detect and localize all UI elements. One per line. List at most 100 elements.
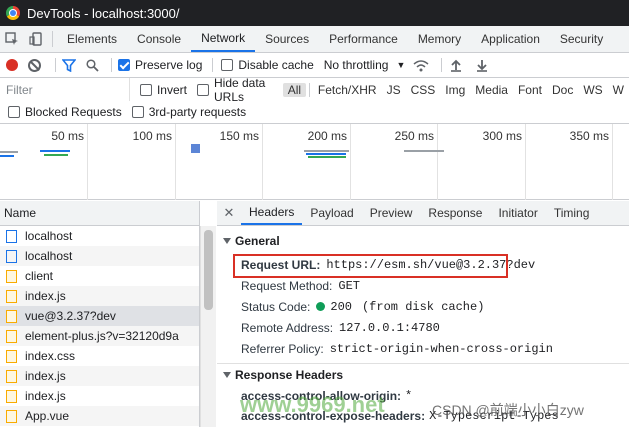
checkbox-icon[interactable] <box>139 83 152 96</box>
document-file-icon <box>6 249 17 263</box>
checkbox-checked-icon[interactable] <box>118 59 130 71</box>
grid-line <box>262 124 263 200</box>
filter-type-css[interactable]: CSS <box>406 83 441 97</box>
throttling-select[interactable]: No throttling ▼ <box>324 58 406 72</box>
clear-icon[interactable] <box>28 58 41 72</box>
request-list: Name localhost localhost client index.js vue… <box>0 201 200 427</box>
timeline-bar <box>404 150 444 152</box>
scrollbar-thumb[interactable] <box>204 230 213 310</box>
filter-type-js[interactable]: JS <box>382 83 406 97</box>
checkbox-icon[interactable] <box>131 106 144 118</box>
request-row[interactable]: index.js <box>0 366 199 386</box>
request-row[interactable]: localhost <box>0 246 199 266</box>
filter-type-doc[interactable]: Doc <box>547 83 578 97</box>
tab-application[interactable]: Application <box>471 26 550 52</box>
script-file-icon <box>6 329 17 343</box>
tab-performance[interactable]: Performance <box>319 26 408 52</box>
preserve-log-checkbox[interactable]: Preserve log <box>118 58 202 72</box>
script-file-icon <box>6 289 17 303</box>
request-method-key: Request Method: <box>241 278 333 293</box>
tab-network[interactable]: Network <box>191 26 256 52</box>
divider <box>441 58 443 72</box>
request-name: localhost <box>25 229 73 243</box>
record-icon[interactable] <box>6 59 18 71</box>
third-party-checkbox[interactable]: 3rd-party requests <box>131 105 246 119</box>
script-file-icon <box>6 369 17 383</box>
script-file-icon <box>6 269 17 283</box>
tab-timing[interactable]: Timing <box>546 201 598 225</box>
checkbox-icon[interactable] <box>221 59 234 71</box>
request-name: App.vue <box>25 409 70 423</box>
request-name: client <box>25 269 54 283</box>
invert-checkbox[interactable]: Invert <box>139 83 187 97</box>
network-conditions-icon[interactable] <box>413 59 429 72</box>
status-code-key: Status Code: <box>241 299 311 314</box>
request-row[interactable]: index.js <box>0 386 199 406</box>
disable-cache-label: Disable cache <box>238 58 314 72</box>
throttling-value: No throttling <box>323 58 389 72</box>
request-name: element-plus.js?v=32120d9a <box>25 329 179 343</box>
filter-funnel-icon[interactable] <box>62 58 76 72</box>
inspect-element-icon[interactable] <box>0 26 24 52</box>
timeline-bar <box>40 150 70 152</box>
request-list-scrollbar[interactable] <box>200 226 216 427</box>
tab-console[interactable]: Console <box>127 26 191 52</box>
request-name: index.js <box>25 289 66 303</box>
tab-headers[interactable]: Headers <box>241 201 303 225</box>
request-row[interactable]: client <box>0 266 199 286</box>
tab-sources[interactable]: Sources <box>255 26 319 52</box>
tab-preview[interactable]: Preview <box>362 201 421 225</box>
tab-initiator[interactable]: Initiator <box>490 201 545 225</box>
filter-input[interactable]: Filter <box>0 78 130 101</box>
import-har-icon[interactable] <box>450 59 462 72</box>
timeline-bar <box>191 144 200 153</box>
filter-type-media[interactable]: Media <box>470 83 513 97</box>
filter-type-ws[interactable]: WS <box>578 83 607 97</box>
checkbox-icon[interactable] <box>8 106 20 118</box>
hide-data-urls-checkbox[interactable]: Hide data URLs <box>196 76 279 104</box>
response-headers-section-header[interactable]: Response Headers <box>217 364 629 386</box>
request-name: localhost <box>25 249 73 263</box>
request-row[interactable]: element-plus.js?v=32120d9a <box>0 326 199 346</box>
filter-type-fetch-xhr[interactable]: Fetch/XHR <box>313 83 382 97</box>
checkbox-icon[interactable] <box>196 83 209 96</box>
export-har-icon[interactable] <box>476 59 488 72</box>
timeline-tick: 200 ms <box>307 129 347 143</box>
filter-type-all[interactable]: All <box>282 82 307 97</box>
filter-type-font[interactable]: Font <box>513 83 547 97</box>
general-section-header[interactable]: General <box>217 230 629 252</box>
filter-type-img[interactable]: Img <box>440 83 470 97</box>
tab-elements[interactable]: Elements <box>57 26 127 52</box>
timeline-tick: 150 ms <box>219 129 259 143</box>
request-row[interactable]: index.js <box>0 286 199 306</box>
close-icon[interactable]: ✕ <box>217 201 241 225</box>
grid-line <box>87 124 88 200</box>
tab-memory[interactable]: Memory <box>408 26 471 52</box>
window-title-bar: DevTools - localhost:3000/ <box>0 0 629 26</box>
tab-response[interactable]: Response <box>420 201 490 225</box>
devtools-tab-strip: Elements Console Network Sources Perform… <box>0 26 629 53</box>
request-row[interactable]: localhost <box>0 226 199 246</box>
tab-security[interactable]: Security <box>550 26 613 52</box>
request-row[interactable]: index.css <box>0 346 199 366</box>
filter-type-wasm[interactable]: W <box>608 83 629 97</box>
timeline-tick: 300 ms <box>482 129 522 143</box>
timeline-bar <box>306 153 346 155</box>
blocked-requests-checkbox[interactable]: Blocked Requests <box>8 105 122 119</box>
disable-cache-checkbox[interactable]: Disable cache <box>221 58 314 72</box>
timeline-overview[interactable]: 50 ms 100 ms 150 ms 200 ms 250 ms 300 ms… <box>0 124 629 200</box>
request-row[interactable]: App.vue <box>0 406 199 426</box>
filter-bar: Filter Invert Hide data URLs All Fetch/X… <box>0 76 629 104</box>
remote-address-row: Remote Address: 127.0.0.1:4780 <box>217 317 629 338</box>
name-column-header[interactable]: Name <box>0 201 199 226</box>
script-file-icon <box>6 309 17 323</box>
request-name: index.js <box>25 389 66 403</box>
watermark-site: www.9969.net <box>240 392 385 417</box>
expand-triangle-icon <box>223 238 231 244</box>
search-icon[interactable] <box>86 58 99 72</box>
script-file-icon <box>6 409 17 423</box>
timeline-tick: 350 ms <box>569 129 609 143</box>
tab-payload[interactable]: Payload <box>302 201 361 225</box>
request-row[interactable]: vue@3.2.37?dev <box>0 306 199 326</box>
device-toolbar-icon[interactable] <box>24 26 48 52</box>
